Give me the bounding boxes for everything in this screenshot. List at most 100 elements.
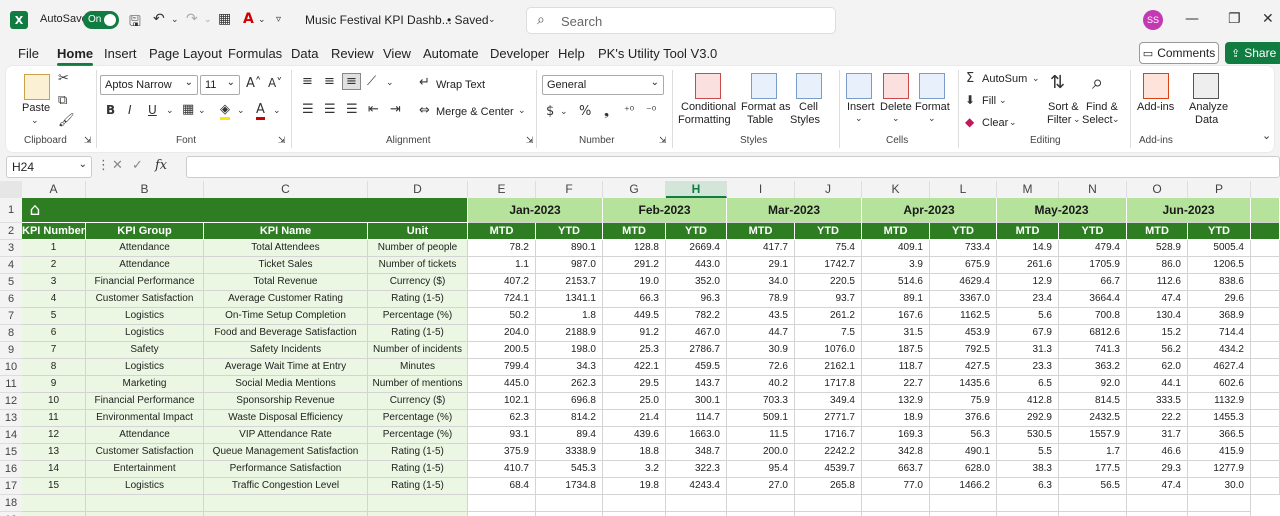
value-cell[interactable]: 427.5	[930, 359, 997, 376]
unit-cell[interactable]: Rating (1-5)	[368, 325, 468, 342]
empty-cell[interactable]	[1127, 512, 1188, 516]
empty-cell[interactable]	[22, 512, 86, 516]
row-header-16[interactable]: 16	[0, 461, 22, 478]
value-cell[interactable]: 4627.4	[1188, 359, 1251, 376]
value-cell[interactable]: 714.4	[1188, 325, 1251, 342]
kpi-number-cell[interactable]: 8	[22, 359, 86, 376]
kpi-name-cell[interactable]: Average Customer Rating	[204, 291, 368, 308]
value-cell-partial[interactable]	[1251, 427, 1280, 444]
kpi-group-cell[interactable]: Attendance	[86, 240, 204, 257]
value-cell[interactable]: 62.0	[1127, 359, 1188, 376]
tab-home[interactable]: Home	[57, 46, 94, 66]
enter-formula-icon[interactable]: ✓	[132, 158, 143, 173]
find-select-label-1[interactable]: Find &	[1086, 101, 1118, 113]
bottom-align-icon[interactable]: ≡	[342, 73, 361, 90]
tab-data[interactable]: Data	[291, 46, 318, 61]
conditional-formatting-icon[interactable]	[695, 73, 721, 99]
comments-button[interactable]: ▭ Comments	[1139, 42, 1219, 64]
column-header-b[interactable]: B	[86, 181, 204, 198]
tab-review[interactable]: Review	[331, 46, 374, 61]
column-header-d[interactable]: D	[368, 181, 468, 198]
empty-cell[interactable]	[727, 512, 795, 516]
empty-cell[interactable]	[468, 495, 536, 512]
value-cell[interactable]: 12.9	[997, 274, 1059, 291]
value-cell[interactable]: 78.9	[727, 291, 795, 308]
value-cell-partial[interactable]	[1251, 274, 1280, 291]
column-header-p[interactable]: P	[1188, 181, 1251, 198]
borders-icon[interactable]: ▦	[218, 11, 231, 27]
value-cell[interactable]: 407.2	[468, 274, 536, 291]
font-color-dropdown-icon[interactable]: ⌄	[258, 15, 266, 25]
value-cell[interactable]: 29.5	[603, 376, 666, 393]
format-as-table-label-1[interactable]: Format as	[741, 101, 791, 113]
value-cell[interactable]: 409.1	[862, 240, 930, 257]
row-header-3[interactable]: 3	[0, 240, 22, 257]
redo-dropdown-icon[interactable]: ⌄	[204, 15, 212, 25]
value-cell[interactable]: 7.5	[795, 325, 862, 342]
kpi-number-cell[interactable]: 10	[22, 393, 86, 410]
kpi-group-cell[interactable]: Environmental Impact	[86, 410, 204, 427]
empty-cell[interactable]	[1059, 512, 1127, 516]
analyze-data-icon[interactable]	[1193, 73, 1219, 99]
align-center-icon[interactable]: ☰	[324, 102, 336, 117]
insert-cells-label[interactable]: Insert	[847, 101, 875, 113]
value-cell[interactable]: 34.3	[536, 359, 603, 376]
value-cell[interactable]: 1455.3	[1188, 410, 1251, 427]
empty-cell[interactable]	[930, 495, 997, 512]
value-cell[interactable]: 118.7	[862, 359, 930, 376]
value-cell[interactable]: 130.4	[1127, 308, 1188, 325]
column-header-h[interactable]: H	[666, 181, 727, 198]
decrease-decimal-icon[interactable]: ⁻⁰	[646, 104, 656, 117]
value-cell[interactable]: 169.3	[862, 427, 930, 444]
saved-status[interactable]: • Saved	[447, 13, 489, 27]
value-cell[interactable]: 96.3	[666, 291, 727, 308]
value-cell-partial[interactable]	[1251, 478, 1280, 495]
tab-help[interactable]: Help	[558, 46, 585, 61]
row-header-6[interactable]: 6	[0, 291, 22, 308]
increase-indent-icon[interactable]: ⇥	[390, 102, 401, 117]
paste-icon[interactable]	[24, 74, 50, 100]
currency-dropdown-icon[interactable]: ⌄	[560, 107, 568, 117]
value-cell[interactable]: 467.0	[666, 325, 727, 342]
value-cell[interactable]: 782.2	[666, 308, 727, 325]
unit-cell[interactable]: Number of people	[368, 240, 468, 257]
value-cell[interactable]: 1717.8	[795, 376, 862, 393]
empty-cell[interactable]	[1188, 495, 1251, 512]
value-cell[interactable]: 112.6	[1127, 274, 1188, 291]
value-cell[interactable]: 5.6	[997, 308, 1059, 325]
value-cell[interactable]: 77.0	[862, 478, 930, 495]
column-header-e[interactable]: E	[468, 181, 536, 198]
value-cell[interactable]: 2669.4	[666, 240, 727, 257]
kpi-name-cell[interactable]: Queue Management Satisfaction	[204, 444, 368, 461]
name-box-dropdown-icon[interactable]: ⌄	[79, 159, 87, 170]
value-cell[interactable]: 38.3	[997, 461, 1059, 478]
value-cell[interactable]: 19.0	[603, 274, 666, 291]
insert-cells-icon[interactable]	[846, 73, 872, 99]
avatar[interactable]: SS	[1143, 10, 1163, 30]
value-cell-partial[interactable]	[1251, 359, 1280, 376]
kpi-name-cell[interactable]: VIP Attendance Rate	[204, 427, 368, 444]
empty-cell[interactable]	[997, 512, 1059, 516]
value-cell[interactable]: 143.7	[666, 376, 727, 393]
value-cell[interactable]: 46.6	[1127, 444, 1188, 461]
row-header-4[interactable]: 4	[0, 257, 22, 274]
value-cell[interactable]: 198.0	[536, 342, 603, 359]
border-dropdown-icon[interactable]: ⌄	[198, 106, 206, 116]
empty-cell[interactable]	[603, 512, 666, 516]
unit-cell[interactable]: Percentage (%)	[368, 427, 468, 444]
fill-button[interactable]: Fill	[982, 95, 996, 107]
clear-icon[interactable]: ◆	[965, 115, 974, 129]
number-format-select[interactable]: General	[542, 74, 664, 95]
value-cell[interactable]: 292.9	[997, 410, 1059, 427]
value-cell[interactable]: 2242.2	[795, 444, 862, 461]
unit-cell[interactable]: Currency ($)	[368, 274, 468, 291]
value-cell[interactable]: 4243.4	[666, 478, 727, 495]
value-cell[interactable]: 91.2	[603, 325, 666, 342]
empty-cell[interactable]	[1127, 495, 1188, 512]
redo-icon[interactable]: ↷	[186, 11, 198, 27]
find-select-label-2[interactable]: Select	[1082, 114, 1113, 126]
value-cell[interactable]: 348.7	[666, 444, 727, 461]
value-cell[interactable]: 2432.5	[1059, 410, 1127, 427]
empty-cell[interactable]	[862, 495, 930, 512]
value-cell[interactable]: 31.7	[1127, 427, 1188, 444]
